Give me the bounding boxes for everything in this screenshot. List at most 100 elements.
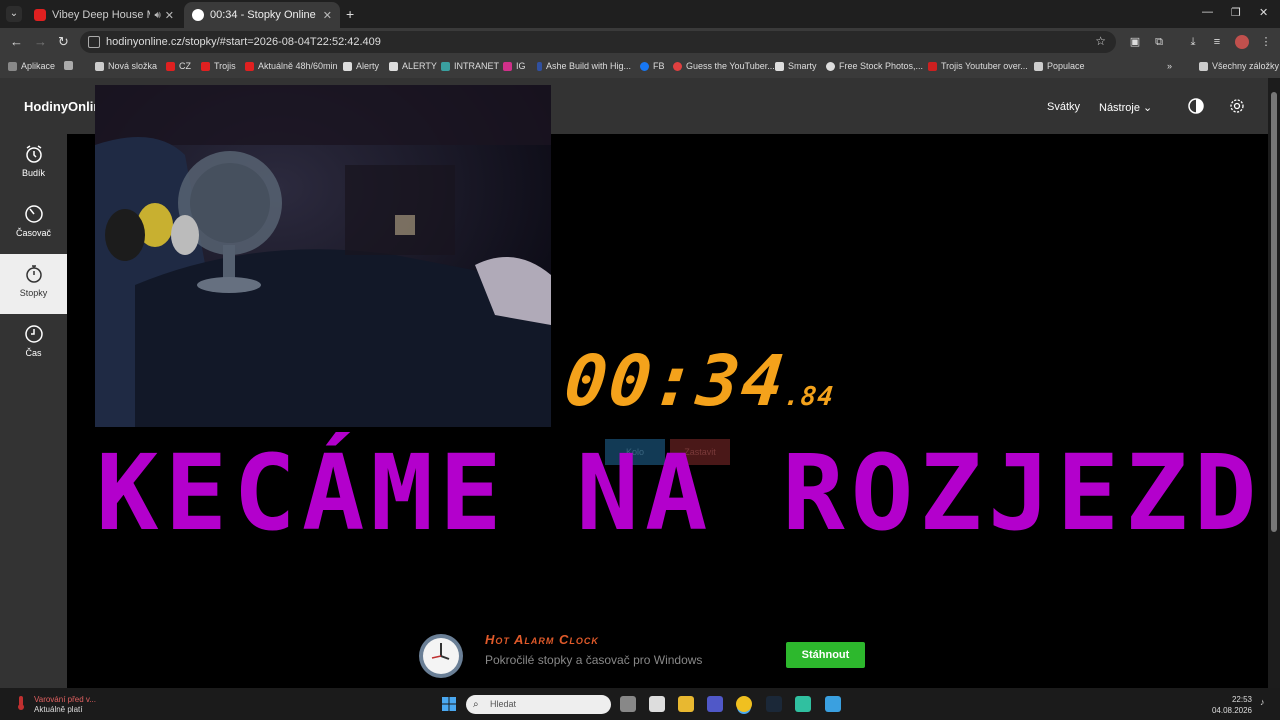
page-scrollbar[interactable] [1268,78,1280,688]
close-tab-icon[interactable]: ✕ [165,9,174,22]
reading-list-icon[interactable]: ≡ [1210,35,1224,49]
profile-avatar-icon[interactable] [1235,35,1249,49]
bookmark-ashe[interactable]: Ashe Build with Hig... [537,61,631,71]
bookmark-alerty-caps[interactable]: ALERTY [389,61,437,71]
sidebar-item-label: Stopky [19,288,48,298]
sidebar: Budík Časovač Stopky Čas [0,134,67,688]
tab-grid-icon[interactable] [64,61,77,70]
bookmark-fb[interactable]: FB [640,61,665,71]
restore-icon[interactable]: ❐ [1231,6,1241,19]
window-close-icon[interactable]: ✕ [1259,6,1268,19]
stopwatch-display: 00:34.84 [561,340,840,422]
clock-time: 22:53 [1231,695,1252,704]
back-icon[interactable]: ← [10,34,23,49]
instagram-icon [503,61,512,71]
taskbar-search-input[interactable]: ⌕ Hledat [466,695,611,714]
sidebar-item-stopwatch[interactable]: Stopky [0,254,67,314]
bookmark-cz[interactable]: CZ [166,61,191,71]
bookmark-ig[interactable]: IG [503,61,526,71]
folder-icon [1034,61,1043,71]
forward-icon[interactable]: → [34,34,47,49]
minimize-icon[interactable]: — [1202,6,1213,18]
windows-taskbar: Varování před v... Aktuálně platí ⌕ Hledat… [0,688,1280,720]
nav-tools[interactable]: Nástroje ⌄ [1099,101,1152,114]
bookmark-alerty[interactable]: Alerty [343,61,379,71]
warning-subtitle: Aktuálně platí [34,705,83,714]
bookmark-smarty[interactable]: Smarty [775,61,817,71]
clock-icon [24,325,43,343]
bookmark-populace[interactable]: Populace [1034,61,1085,71]
download-icon[interactable]: ⤓ [1186,35,1200,49]
bookmark-trojis[interactable]: Trojis [201,61,236,71]
youtube-favicon-icon [34,9,46,21]
stopwatch-icon [25,265,42,283]
app-icon[interactable] [795,696,811,712]
sidebar-item-alarm[interactable]: Budík [0,134,67,194]
bookmarks-overflow-icon[interactable]: » [1167,61,1172,71]
bookmark-apps[interactable]: Aplikace [8,61,55,71]
folder-icon [1199,61,1208,71]
reload-icon[interactable]: ↻ [58,34,69,50]
taskbar-clock[interactable]: 22:53 04.08.2026 [1212,694,1252,716]
download-button[interactable]: Stáhnout [786,642,865,668]
alarm-clock-app-icon [419,634,463,678]
tab-stopky-active[interactable]: 00:34 - Stopky Online - Hodiny ✕ [184,2,340,28]
tab-title: 00:34 - Stopky Online - Hodiny [210,9,319,21]
contrast-icon[interactable] [1188,98,1204,114]
url-text[interactable]: hodinyonline.cz/stopky/#start=2026-08-04… [106,36,381,48]
sidebar-item-time[interactable]: Čas [0,314,67,374]
bookmark-aktualne[interactable]: Aktuálně 48h/60min [245,61,338,71]
bookmark-star-icon[interactable]: ☆ [1095,34,1106,48]
extensions-puzzle-icon[interactable]: ⧉ [1152,35,1166,49]
youtube-icon [245,61,254,71]
sidebar-item-label: Časovač [15,228,51,238]
bookmark-intranet[interactable]: INTRANET [441,61,499,71]
chevron-down-icon: ⌄ [1143,102,1153,114]
sidebar-item-timer[interactable]: Časovač [0,194,67,254]
steam-icon[interactable] [766,696,782,712]
task-view-icon[interactable] [620,696,636,712]
new-tab-icon[interactable]: + [346,6,354,22]
bookmark-guess-youtuber[interactable]: Guess the YouTuber... [673,61,775,71]
nav-holidays[interactable]: Svátky [1047,101,1080,113]
facebook-icon [640,61,649,71]
bookmarks-bar: Aplikace Nová složka CZ Trojis Aktuálně … [0,56,1280,78]
search-icon: ⌕ [473,699,479,710]
bookmark-free-stock[interactable]: Free Stock Photos,... [826,61,923,71]
menu-kebab-icon[interactable]: ⋮ [1259,35,1273,49]
browser-tab-strip: ⌄ Vibey Deep House Mix - Yo 🔊︎ ✕ 00:34 -… [0,0,1280,28]
ad-banner[interactable]: Hot Alarm Clock Pokročilé stopky a časov… [418,631,868,681]
site-info-icon[interactable] [88,36,100,48]
bookmark-folder[interactable]: Nová složka [95,61,157,71]
teams-icon[interactable] [707,696,723,712]
notification-bell-icon[interactable]: ♪ [1260,697,1270,709]
file-explorer-icon[interactable] [678,696,694,712]
timer-icon [24,205,43,223]
web-page: HodinyOnline Svátky Nástroje ⌄ Budík Čas… [0,78,1268,688]
youtube-icon [201,61,210,71]
sidebar-item-label: Budík [21,168,45,178]
scrollbar-thumb[interactable] [1271,92,1277,532]
chrome-icon[interactable] [736,696,752,712]
sidebar-item-label: Čas [25,348,42,358]
tab-youtube[interactable]: Vibey Deep House Mix - Yo 🔊︎ ✕ [26,2,182,28]
warning-title: Varování před v... [34,695,96,704]
webcam-overlay [95,85,551,427]
tab-search-chevron-icon[interactable]: ⌄ [6,6,22,22]
stopwatch-main: 00:34 [560,340,791,422]
address-bar[interactable]: hodinyonline.cz/stopky/#start=2026-08-04… [80,31,1116,53]
stream-overlay-text: KECÁME NA ROZJEZD [96,432,1263,554]
clock-date: 04.08.2026 [1211,706,1252,715]
ad-title: Hot Alarm Clock [485,632,599,647]
warning-thermometer-icon [18,696,24,710]
close-tab-icon[interactable]: ✕ [323,9,332,22]
all-bookmarks[interactable]: Všechny záložky [1199,61,1279,71]
store-icon[interactable] [649,696,665,712]
bookmark-trojis-youtuber[interactable]: Trojis Youtuber over... [928,61,1028,71]
speaker-icon[interactable]: 🔊︎ [154,10,160,21]
alarm-clock-icon [25,145,42,163]
extension-icon[interactable]: ▣ [1128,35,1142,49]
windows-start-icon[interactable] [441,696,457,712]
settings-gear-icon[interactable] [1229,98,1245,114]
photos-icon[interactable] [825,696,841,712]
